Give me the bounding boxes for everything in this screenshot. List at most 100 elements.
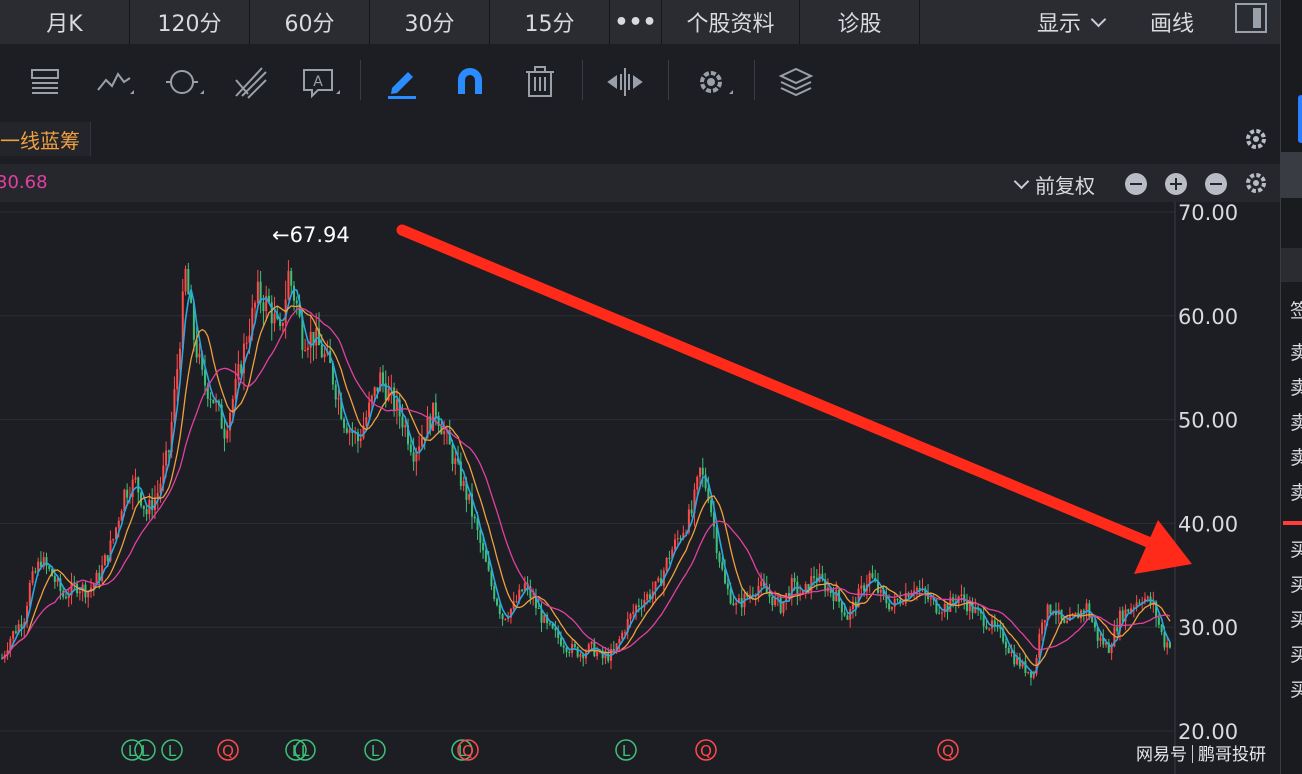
layers-icon[interactable]: [774, 60, 818, 104]
zoom-out-icon[interactable]: [1125, 173, 1147, 195]
settings-icon[interactable]: [689, 60, 733, 104]
candle-body: [1041, 622, 1044, 634]
fork-icon[interactable]: [228, 60, 272, 104]
candle-body: [1049, 604, 1052, 614]
candle-body: [579, 654, 582, 657]
candle-body: [1169, 642, 1171, 648]
magnet-icon[interactable]: [448, 60, 492, 104]
tab-30min[interactable]: 30分: [370, 0, 490, 44]
edge-label: 卖: [1290, 443, 1302, 470]
candle-body: [473, 516, 476, 519]
candle-body: [209, 398, 212, 400]
candle-body: [498, 605, 501, 614]
price-adjust-select[interactable]: 前复权: [1012, 170, 1095, 199]
toolbar-divider: [754, 60, 755, 100]
y-tick-label: 30.00: [1178, 616, 1238, 640]
candle-body: [618, 639, 621, 644]
candle-body: [53, 576, 56, 582]
candle-body: [548, 623, 551, 625]
candle-body: [420, 437, 423, 447]
candle-body: [412, 452, 415, 462]
tab-stock-info[interactable]: 个股资料: [662, 0, 800, 44]
candle-body: [87, 591, 90, 598]
candle-body: [226, 430, 229, 439]
gear-icon[interactable]: [1243, 170, 1269, 196]
candle-body: [991, 620, 994, 629]
candle-body: [304, 350, 307, 352]
ma-value-label: 30.68: [0, 172, 48, 193]
more-periods-button[interactable]: •••: [610, 0, 662, 44]
candle-body: [401, 416, 404, 428]
candle-body: [690, 509, 693, 514]
toolbar-divider: [668, 60, 669, 100]
edge-label: 签: [1290, 296, 1302, 323]
candle-body: [381, 372, 384, 384]
candle-body: [735, 602, 738, 605]
tab-60min[interactable]: 60分: [250, 0, 370, 44]
strategy-tag[interactable]: 一线蓝筹: [0, 122, 91, 156]
candle-body: [568, 651, 571, 653]
draw-line-button[interactable]: 画线: [1150, 0, 1194, 44]
chart-plot-area: [0, 202, 1175, 774]
tab-diagnose[interactable]: 诊股: [800, 0, 920, 44]
pencil-icon[interactable]: [380, 60, 424, 104]
edge-label: 买: [1290, 605, 1302, 632]
display-menu[interactable]: 显示: [1037, 0, 1112, 44]
tab-15min[interactable]: 15分: [490, 0, 610, 44]
candle-body: [565, 647, 568, 652]
side-panel-toggle-icon[interactable]: [1235, 3, 1267, 33]
candle-body: [198, 353, 201, 358]
watermark-brand: 网易号: [1136, 745, 1187, 765]
candle-body: [1010, 651, 1013, 654]
split-icon[interactable]: [603, 60, 647, 104]
candle-body: [596, 652, 599, 657]
candle-body: [804, 584, 807, 591]
candle-body: [443, 431, 446, 435]
candle-body: [896, 598, 899, 600]
candle-body: [145, 509, 148, 515]
watermark-author: 鹏哥投研: [1198, 745, 1266, 765]
y-tick-label: 50.00: [1178, 409, 1238, 433]
price-chart: 70.0060.0050.0040.0030.0020.00 ←67.94 LL…: [0, 202, 1238, 774]
candle-body: [287, 270, 290, 300]
candle-body: [126, 489, 129, 498]
candle-body: [890, 606, 893, 610]
candle-body: [718, 552, 721, 563]
candle-body: [306, 347, 309, 351]
candle-body: [562, 645, 565, 648]
candle-body: [12, 631, 15, 639]
candle-body: [668, 557, 671, 559]
candle-body: [985, 626, 988, 629]
candle-body: [484, 550, 487, 562]
minus-icon[interactable]: [1205, 173, 1227, 195]
candle-body: [621, 632, 624, 640]
candle-body: [1160, 624, 1163, 633]
trash-icon[interactable]: [518, 60, 562, 104]
candle-body: [832, 592, 835, 602]
edge-label: 卖: [1290, 373, 1302, 400]
candle-body: [1138, 602, 1141, 604]
candle-body: [173, 389, 176, 422]
candle-body: [223, 428, 226, 439]
event-marker-label: Q: [222, 742, 234, 760]
candle-body: [1127, 609, 1130, 612]
side-subheader: [1281, 248, 1302, 282]
candle-body: [996, 626, 999, 628]
candle-body: [559, 637, 562, 646]
tab-120min[interactable]: 120分: [130, 0, 250, 44]
candle-body: [496, 598, 499, 606]
polyline-icon[interactable]: [94, 60, 138, 104]
cycle-icon[interactable]: [160, 60, 204, 104]
candle-body: [184, 268, 187, 292]
zoom-in-icon[interactable]: [1165, 173, 1187, 195]
candle-body: [779, 596, 782, 613]
candle-body: [1063, 619, 1066, 623]
price-adjust-label: 前复权: [1035, 174, 1095, 198]
tab-monthly-k[interactable]: 月K: [0, 0, 130, 44]
note-icon[interactable]: A: [296, 60, 340, 104]
text-list-icon[interactable]: [24, 60, 68, 104]
candle-body: [273, 313, 276, 324]
candle-body: [1146, 596, 1149, 599]
gear-icon[interactable]: [1243, 126, 1269, 152]
candle-body: [78, 591, 81, 594]
